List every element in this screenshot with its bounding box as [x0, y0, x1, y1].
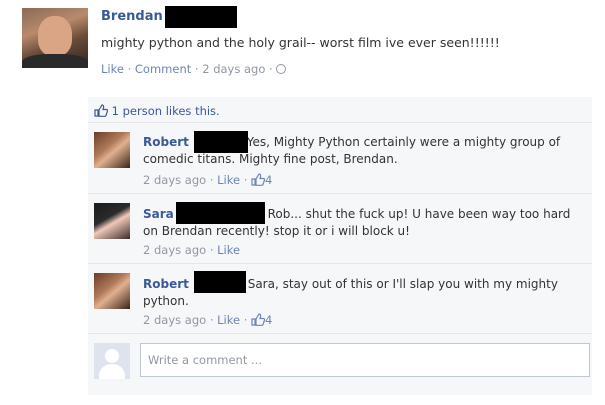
default-avatar-icon: [94, 343, 130, 379]
comment-timestamp[interactable]: 2 days ago: [143, 313, 206, 327]
thumbs-up-icon: [251, 313, 266, 326]
commenter-avatar[interactable]: [94, 273, 130, 309]
commenter-name[interactable]: Robert: [143, 277, 189, 291]
comment-like-count[interactable]: 4: [265, 313, 272, 327]
likes-text: 1 person likes this.: [111, 104, 220, 118]
post-author-avatar[interactable]: [22, 8, 88, 68]
post-timestamp[interactable]: 2 days ago: [202, 62, 265, 76]
commenter-name[interactable]: Sara: [143, 207, 174, 221]
comment-timestamp[interactable]: 2 days ago: [143, 173, 206, 187]
comment-like-link[interactable]: Like: [217, 313, 240, 327]
comment-like-count[interactable]: 4: [265, 173, 272, 187]
post-text: mighty python and the holy grail-- worst…: [101, 35, 500, 50]
post-comment-link[interactable]: Comment: [135, 62, 191, 76]
comment-2-meta: 2 days ago · Like: [143, 243, 241, 257]
name-redaction: [176, 202, 265, 224]
name-redaction: [165, 6, 237, 28]
post-like-link[interactable]: Like: [101, 62, 124, 76]
post-meta: Like · Comment · 2 days ago ·: [101, 62, 287, 76]
name-redaction: [194, 271, 246, 293]
comment-input-placeholder: Write a comment ...: [148, 353, 262, 367]
globe-icon[interactable]: [276, 64, 287, 74]
commenter-avatar[interactable]: [94, 132, 130, 168]
comment-like-link[interactable]: Like: [217, 243, 240, 257]
post-author-name[interactable]: Brendan: [101, 9, 163, 24]
thumbs-up-icon: [94, 104, 109, 117]
likes-summary[interactable]: 1 person likes this.: [94, 104, 220, 118]
name-redaction: [194, 131, 248, 153]
thumbs-up-icon: [251, 173, 266, 186]
comment-3-meta: 2 days ago · Like · 4: [143, 313, 273, 327]
commenter-avatar[interactable]: [94, 203, 130, 239]
comment-1-meta: 2 days ago · Like · 4: [143, 173, 273, 187]
comment-like-link[interactable]: Like: [217, 173, 240, 187]
comment-input[interactable]: Write a comment ...: [140, 343, 590, 377]
commenter-name[interactable]: Robert: [143, 135, 189, 149]
comment-timestamp[interactable]: 2 days ago: [143, 243, 206, 257]
